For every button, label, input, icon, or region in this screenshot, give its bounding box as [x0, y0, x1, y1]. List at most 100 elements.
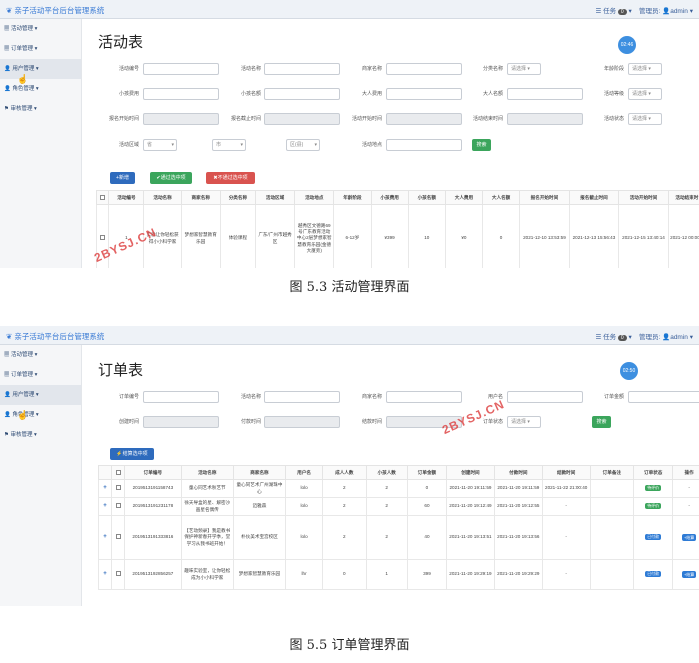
column-header: 年龄阶段 [333, 190, 372, 205]
column-header: 付款时间 [493, 465, 543, 480]
activity-name-input[interactable] [264, 391, 340, 403]
sidebar-item-review[interactable]: ⚑ 审核管理 ▾ [0, 425, 81, 445]
table-cell: 2021-11-20 19:11:59 [446, 479, 495, 498]
table-row[interactable]: +2019513191231178 徐天导盒的星、解密沙画星名偶传 迈雅森 lolo 2… [97, 497, 699, 516]
column-header: 订单编号 [124, 465, 182, 480]
admin-menu[interactable]: 👤admin ▾ [662, 334, 693, 341]
order-status-select[interactable]: 请选择 ▾ [507, 416, 541, 428]
filter-label: 活动结束时间 [472, 116, 503, 122]
table-cell: 2019513191333816 [124, 515, 182, 560]
adult-quota-input[interactable] [507, 88, 583, 100]
table-row[interactable]: 1 实验让你轻松获得小小科学家 梦想家智慧教育乐园 体验课程 广东/广州市越秀区 越秀区文… [95, 204, 699, 268]
sidebar-item-activity[interactable]: ▦ 活动管理 ▾ [0, 19, 81, 39]
row-checkbox[interactable] [111, 497, 126, 516]
sidebar-item-activity[interactable]: ▦ 活动管理 ▾ [0, 345, 81, 365]
row-checkbox[interactable] [111, 559, 126, 590]
filter-label: 年龄阶段 [603, 66, 624, 72]
column-header: 报名截止时间 [568, 190, 620, 205]
sidebar-item-orders[interactable]: ▦ 订单管理 ▾ [0, 39, 81, 59]
filter-label: 报名截止时间 [230, 116, 261, 122]
activity-name-input[interactable] [264, 63, 340, 75]
settle-selected-button[interactable]: ⚡结算选中项 [110, 448, 154, 460]
tasks-menu[interactable]: ☰ 任务 0 ▾ [595, 8, 632, 15]
select-all-checkbox[interactable] [111, 465, 126, 480]
order-id-input[interactable] [143, 391, 219, 403]
activity-start-input[interactable] [386, 113, 462, 125]
expand-row-button[interactable]: + [97, 479, 113, 498]
expand-row-button[interactable]: + [97, 497, 113, 516]
filter-label: 活动名称 [240, 394, 261, 400]
adult-fee-input[interactable] [386, 88, 462, 100]
approve-selected-button[interactable]: ✔通过选中项 [150, 172, 192, 184]
table-cell: 2 [322, 479, 367, 498]
settle-row-button[interactable]: +结算 [672, 515, 699, 560]
column-header: 活动开始时间 [618, 190, 669, 205]
column-header: 操作 [672, 465, 699, 480]
signup-end-input[interactable] [264, 113, 340, 125]
admin-menu[interactable]: 👤admin ▾ [662, 8, 693, 15]
column-header: 订单状态 [633, 465, 674, 480]
status-select[interactable]: 请选择 ▾ [628, 113, 662, 125]
table-row[interactable]: +2019513191333816 【艺动频录】我是教书保护神新春开学季，堂学习从… [97, 515, 699, 560]
expand-row-button[interactable]: + [97, 559, 113, 590]
tasks-menu[interactable]: ☰ 任务 0 ▾ [595, 334, 632, 341]
level-select[interactable]: 请选择 ▾ [628, 88, 662, 100]
created-time-input[interactable] [143, 416, 219, 428]
filter-row-2: 小孩费用 小孩名额 大人费用 大人名额 活动等级 请选择 ▾ [82, 88, 699, 101]
column-header: 商家名称 [232, 465, 287, 480]
table-cell: - [541, 559, 591, 590]
table-icon: ▦ [4, 352, 10, 358]
search-button[interactable]: 搜索 [592, 416, 611, 428]
signup-start-input[interactable] [143, 113, 219, 125]
sidebar-item-users[interactable]: 👤 用户管理 ▾ ☝ [0, 59, 81, 84]
add-button[interactable]: +新增 [110, 172, 135, 184]
child-fee-input[interactable] [143, 88, 219, 100]
category-select[interactable]: 请选择 ▾ [507, 63, 541, 75]
select-all-checkbox[interactable] [95, 190, 110, 205]
settle-row-button[interactable]: +结算 [672, 559, 699, 590]
activity-id-input[interactable] [143, 63, 219, 75]
column-header: 大人名额 [481, 190, 521, 205]
leaf-icon: ❦ [6, 6, 13, 15]
table-cell: - [541, 497, 591, 516]
sidebar-item-roles[interactable]: 👤 角色管理 ▾ [0, 79, 81, 99]
search-button[interactable]: 搜索 [472, 139, 491, 151]
merchant-name-input[interactable] [386, 391, 462, 403]
table-header-row: 订单编号 活动名称 商家名称 用户名 成人人数 小孩人数 订单金额 创建时间 付款时间 结款时间订… [97, 465, 699, 480]
order-amount-input[interactable] [628, 391, 699, 403]
table-cell: 童心同艺术广州湖珠中心 [232, 479, 287, 498]
province-select[interactable]: 省 ▾ [143, 139, 177, 151]
table-icon: ▦ [4, 372, 10, 378]
order-status-badge: 待评价 [633, 479, 674, 498]
sidebar-item-orders[interactable]: ▦ 订单管理 ▾ [0, 365, 81, 385]
child-quota-input[interactable] [264, 88, 340, 100]
place-input[interactable] [386, 139, 462, 151]
column-header: 创建时间 [446, 465, 495, 480]
clock-badge: 02:46 [618, 36, 636, 54]
age-select[interactable]: 请选择 ▾ [628, 63, 662, 75]
reject-selected-button[interactable]: ✖不通过选中项 [206, 172, 255, 184]
row-checkbox[interactable] [111, 479, 126, 498]
row-checkbox[interactable] [111, 515, 126, 560]
table-cell: 2021-11-20 19:12:49 [446, 497, 495, 516]
paid-time-input[interactable] [264, 416, 340, 428]
username-input[interactable] [507, 391, 583, 403]
merchant-name-input[interactable] [386, 63, 462, 75]
table-row[interactable]: +2019513191158743 童心同艺术秋艺节 童心同艺术广州湖珠中心 lolo… [97, 479, 699, 498]
column-header: 商家名称 [180, 190, 221, 205]
table-cell: 2021-11-20 19:29:29 [493, 559, 543, 590]
sidebar-item-users[interactable]: 👤 用户管理 ▾ ☝ [0, 385, 81, 420]
table-row[interactable]: +2019513192856257 趣味实验室，让你轻松成为小小科学家 梦想家智慧教… [97, 559, 699, 590]
figure-caption-5-3: 图 5.3 活动管理界面 [289, 280, 410, 295]
expand-row-button[interactable]: + [97, 515, 113, 560]
page-title: 订单表 [98, 362, 144, 379]
user-icon: 👤 [4, 412, 11, 418]
filter-row-2: 创建时间 付款时间 结款时间 订单状态 请选择 ▾ 搜索 [82, 416, 699, 429]
activity-end-input[interactable] [507, 113, 583, 125]
district-select[interactable]: 区(县) ▾ [286, 139, 320, 151]
city-select[interactable]: 市 ▾ [212, 139, 246, 151]
sidebar-item-roles[interactable]: 👤 角色管理 ▾ [0, 405, 81, 425]
tasks-badge: 0 [617, 9, 627, 15]
table-cell: 2021-11-20 19:13:51 [446, 515, 495, 560]
sidebar-item-review[interactable]: ⚑ 审核管理 ▾ [0, 99, 81, 119]
